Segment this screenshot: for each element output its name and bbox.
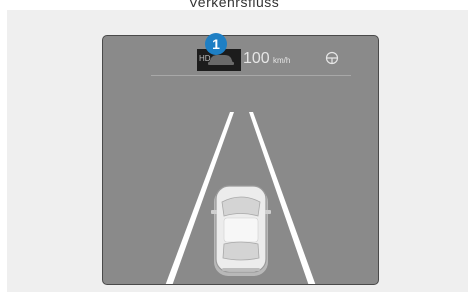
instrument-cluster-display: HD 100 km/h	[102, 35, 379, 285]
callout-badge: 1	[205, 33, 227, 55]
ego-vehicle	[211, 185, 271, 276]
hud-separator	[151, 75, 351, 76]
car-outline-icon	[208, 55, 234, 65]
set-speed-value: 100	[243, 50, 270, 67]
set-speed-unit: km/h	[273, 56, 291, 65]
road-lanes-illustration	[165, 112, 316, 284]
steering-wheel-icon	[325, 51, 339, 65]
